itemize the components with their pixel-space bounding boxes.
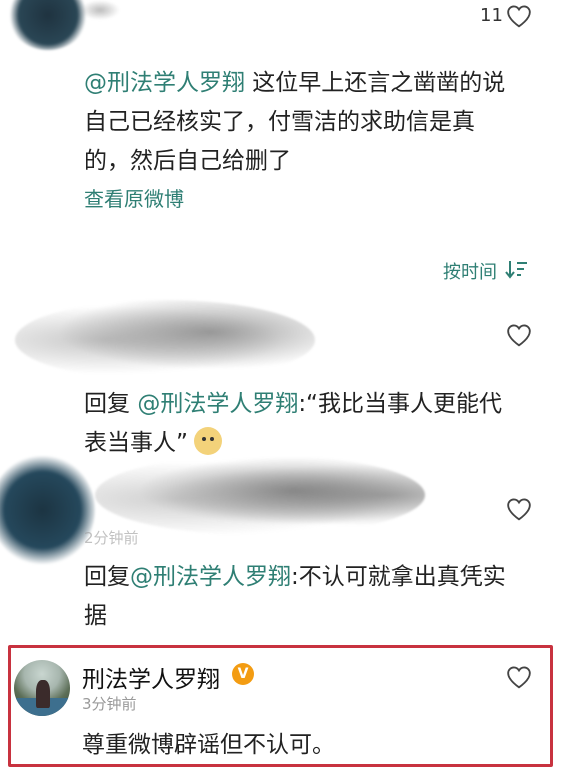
comment-timestamp: 3分钟前: [82, 695, 137, 713]
reply-comment-text: 回复 @刑法学人罗翔:“我比当事人更能代 表当事人”: [84, 391, 502, 456]
verified-badge-icon: V: [232, 663, 254, 685]
comment-timestamp: 2分钟前: [84, 529, 139, 547]
heart-icon[interactable]: [506, 323, 532, 347]
redacted-name-reply1: [15, 300, 315, 380]
heart-icon[interactable]: [506, 665, 532, 689]
mention-link[interactable]: @刑法学人罗翔: [130, 564, 291, 590]
like-count: 11: [480, 5, 503, 26]
doge-emoji-icon: [193, 427, 222, 455]
author-comment-text: 尊重微博辟谣但不认可。: [82, 732, 335, 758]
redacted-name-reply2: [95, 455, 425, 535]
redacted-avatar-reply2: [0, 455, 95, 565]
heart-icon[interactable]: [506, 497, 532, 521]
reply-comment-text: 回复@刑法学人罗翔:不认可就拿出真凭实 据: [84, 564, 506, 629]
sort-by-time-button[interactable]: 按时间: [443, 258, 529, 284]
sort-icon: [505, 259, 529, 284]
mention-link[interactable]: @刑法学人罗翔: [137, 391, 298, 417]
view-original-link[interactable]: 查看原微博: [84, 183, 184, 212]
redacted-avatar-top: [8, 0, 88, 50]
avatar[interactable]: [14, 660, 70, 716]
top-comment-text: @刑法学人罗翔 这位早上还言之凿凿的说 自己已经核实了，付雪洁的求助信是真 的，…: [84, 70, 506, 174]
mention-link[interactable]: @刑法学人罗翔: [84, 70, 245, 96]
sort-label: 按时间: [443, 262, 497, 283]
author-name[interactable]: 刑法学人罗翔: [82, 660, 220, 694]
heart-icon[interactable]: [506, 4, 532, 28]
redacted-name-top: [80, 0, 120, 20]
